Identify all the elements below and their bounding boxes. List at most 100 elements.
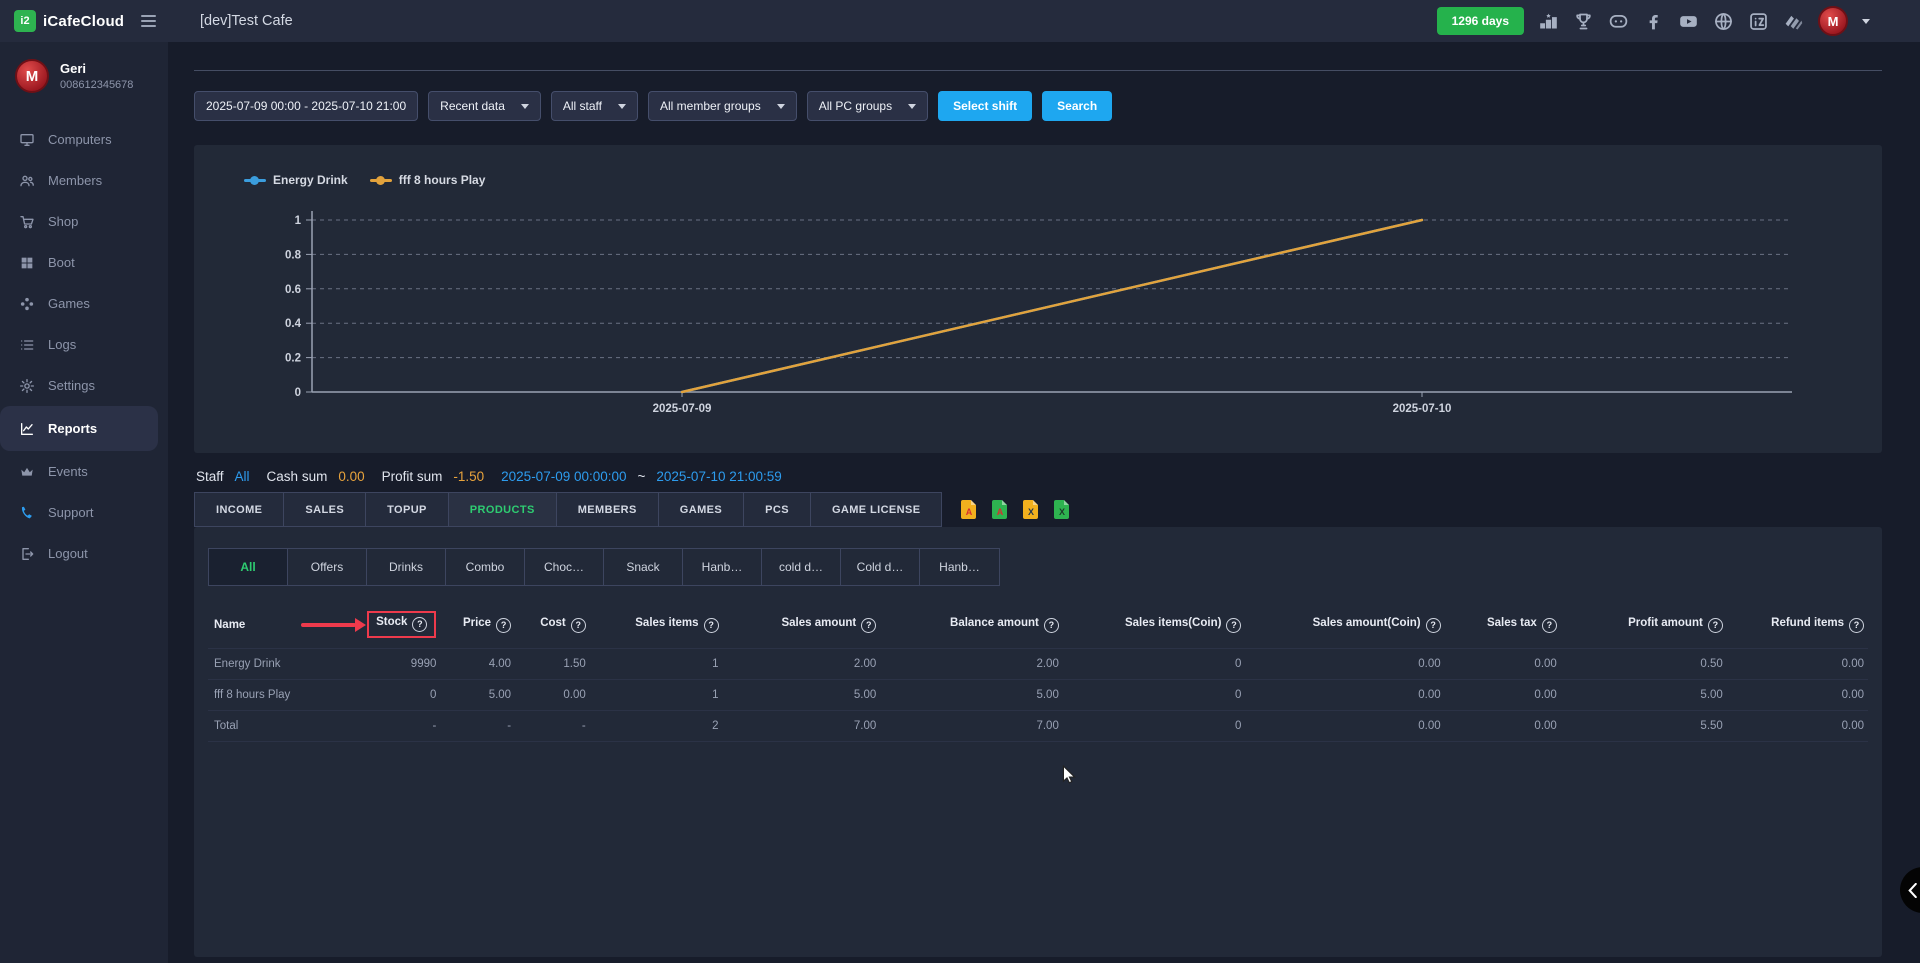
tab-game-license[interactable]: GAME LICENSE bbox=[810, 492, 943, 527]
facebook-icon[interactable] bbox=[1643, 11, 1664, 32]
table-cell: Energy Drink bbox=[208, 649, 357, 680]
subtab-cold-d-7[interactable]: cold d… bbox=[762, 549, 841, 585]
column-header-profit-amount[interactable]: Profit amount? bbox=[1561, 601, 1727, 649]
globe-icon[interactable] bbox=[1713, 11, 1734, 32]
sidebar-item-shop[interactable]: Shop bbox=[0, 201, 168, 242]
table-cell: 5.50 bbox=[1561, 711, 1727, 742]
sidebar-item-logs[interactable]: Logs bbox=[0, 324, 168, 365]
sidebar-item-label: Games bbox=[48, 296, 90, 311]
tab-games[interactable]: GAMES bbox=[658, 492, 744, 527]
staff-value[interactable]: All bbox=[235, 469, 250, 484]
column-header-sales-amount[interactable]: Sales amount? bbox=[723, 601, 881, 649]
table-cell: 0.00 bbox=[1245, 711, 1444, 742]
sidebar-item-members[interactable]: Members bbox=[0, 160, 168, 201]
subtab-cold-d-8[interactable]: Cold d… bbox=[841, 549, 920, 585]
subscription-days-badge[interactable]: 1296 days bbox=[1437, 7, 1524, 35]
subtab-combo-3[interactable]: Combo bbox=[446, 549, 525, 585]
tab-members[interactable]: MEMBERS bbox=[556, 492, 659, 527]
export-xls-yellow-icon[interactable]: X bbox=[1023, 500, 1038, 519]
help-icon[interactable]: ? bbox=[1226, 618, 1241, 633]
chevron-down-icon bbox=[908, 104, 916, 109]
column-header-sales-items-coin[interactable]: Sales items(Coin)? bbox=[1063, 601, 1246, 649]
user-phone: 008612345678 bbox=[60, 79, 133, 91]
column-header-stock[interactable]: Stock? bbox=[357, 601, 440, 649]
column-header-cost[interactable]: Cost? bbox=[515, 601, 590, 649]
tab-topup[interactable]: TOPUP bbox=[365, 492, 449, 527]
legend-marker bbox=[370, 179, 392, 182]
sidebar-item-support[interactable]: Support bbox=[0, 492, 168, 533]
column-header-price[interactable]: Price? bbox=[440, 601, 515, 649]
select-shift-button[interactable]: Select shift bbox=[938, 91, 1032, 121]
search-button[interactable]: Search bbox=[1042, 91, 1112, 121]
legend-item-fff-8-hours-play[interactable]: fff 8 hours Play bbox=[370, 173, 486, 187]
column-header-sales-amount-coin[interactable]: Sales amount(Coin)? bbox=[1245, 601, 1444, 649]
table-cell: 0.00 bbox=[1245, 649, 1444, 680]
tab-products[interactable]: PRODUCTS bbox=[448, 492, 557, 527]
tab-income[interactable]: INCOME bbox=[194, 492, 284, 527]
help-icon[interactable]: ? bbox=[1849, 618, 1864, 633]
help-icon[interactable]: ? bbox=[1426, 618, 1441, 633]
filter-dropdown-all-pc-groups[interactable]: All PC groups bbox=[807, 91, 928, 121]
sidebar-item-label: Members bbox=[48, 173, 102, 188]
sidebar-item-logout[interactable]: Logout bbox=[0, 533, 168, 574]
trophy-icon[interactable] bbox=[1573, 11, 1594, 32]
help-icon[interactable]: ? bbox=[861, 618, 876, 633]
table-cell: 0.00 bbox=[515, 680, 590, 711]
tab-pcs[interactable]: PCS bbox=[743, 492, 811, 527]
export-xls-green-icon[interactable]: X bbox=[1054, 500, 1069, 519]
sidebar-item-computers[interactable]: Computers bbox=[0, 119, 168, 160]
column-header-refund-items[interactable]: Refund items? bbox=[1727, 601, 1868, 649]
subtab-offers-1[interactable]: Offers bbox=[288, 549, 367, 585]
chevron-down-icon[interactable] bbox=[1862, 19, 1870, 24]
column-header-balance-amount[interactable]: Balance amount? bbox=[880, 601, 1063, 649]
user-avatar[interactable]: M bbox=[1818, 6, 1848, 36]
filter-dropdown-recent-data[interactable]: Recent data bbox=[428, 91, 541, 121]
export-pdf-green-icon[interactable]: A bbox=[992, 500, 1007, 519]
tab-sales[interactable]: SALES bbox=[283, 492, 366, 527]
table-row[interactable]: Total---27.007.0000.000.005.500.00 bbox=[208, 711, 1868, 742]
column-header-sales-items[interactable]: Sales items? bbox=[590, 601, 723, 649]
sidebar-item-label: Computers bbox=[48, 132, 112, 147]
svg-text:0.4: 0.4 bbox=[285, 318, 302, 330]
layers-icon[interactable] bbox=[1783, 11, 1804, 32]
table-cell: 5.00 bbox=[440, 680, 515, 711]
subtab-choc-4[interactable]: Choc… bbox=[525, 549, 604, 585]
brand-logo[interactable]: i2 iCafeCloud bbox=[14, 10, 124, 32]
help-icon[interactable]: ? bbox=[412, 617, 427, 632]
sidebar-item-settings[interactable]: Settings bbox=[0, 365, 168, 406]
header-divider bbox=[194, 70, 1882, 71]
ranking-icon[interactable] bbox=[1538, 11, 1559, 32]
table-row[interactable]: fff 8 hours Play05.000.0015.005.0000.000… bbox=[208, 680, 1868, 711]
discord-icon[interactable] bbox=[1608, 11, 1629, 32]
subtab-hanb-9[interactable]: Hanb… bbox=[920, 549, 999, 585]
help-icon[interactable]: ? bbox=[1542, 618, 1557, 633]
sidebar-item-boot[interactable]: Boot bbox=[0, 242, 168, 283]
help-icon[interactable]: ? bbox=[1708, 618, 1723, 633]
subtab-drinks-2[interactable]: Drinks bbox=[367, 549, 446, 585]
sidebar-item-label: Logout bbox=[48, 546, 88, 561]
subtab-hanb-6[interactable]: Hanb… bbox=[683, 549, 762, 585]
icafecloud-icon[interactable] bbox=[1748, 11, 1769, 32]
column-header-sales-tax[interactable]: Sales tax? bbox=[1445, 601, 1561, 649]
subtab-snack-5[interactable]: Snack bbox=[604, 549, 683, 585]
help-icon[interactable]: ? bbox=[1044, 618, 1059, 633]
filter-dropdown-all-staff[interactable]: All staff bbox=[551, 91, 638, 121]
sidebar-item-games[interactable]: Games bbox=[0, 283, 168, 324]
subtab-all-0[interactable]: All bbox=[209, 549, 288, 585]
profit-sum-value: -1.50 bbox=[453, 469, 484, 484]
table-cell: 0 bbox=[1063, 711, 1246, 742]
legend-item-energy-drink[interactable]: Energy Drink bbox=[244, 173, 348, 187]
help-icon[interactable]: ? bbox=[496, 618, 511, 633]
help-icon[interactable]: ? bbox=[571, 618, 586, 633]
sidebar-item-events[interactable]: Events bbox=[0, 451, 168, 492]
export-pdf-yellow-icon[interactable]: A bbox=[961, 500, 976, 519]
menu-toggle-button[interactable] bbox=[141, 15, 156, 27]
chevron-left-icon bbox=[1907, 883, 1918, 898]
youtube-icon[interactable] bbox=[1678, 11, 1699, 32]
filter-dropdown-all-member-groups[interactable]: All member groups bbox=[648, 91, 797, 121]
help-icon[interactable]: ? bbox=[704, 618, 719, 633]
user-block[interactable]: M Geri 008612345678 bbox=[0, 42, 168, 107]
table-row[interactable]: Energy Drink99904.001.5012.002.0000.000.… bbox=[208, 649, 1868, 680]
sidebar-item-reports[interactable]: Reports bbox=[0, 406, 158, 451]
date-range-input[interactable]: 2025-07-09 00:00 - 2025-07-10 21:00 bbox=[194, 91, 418, 121]
